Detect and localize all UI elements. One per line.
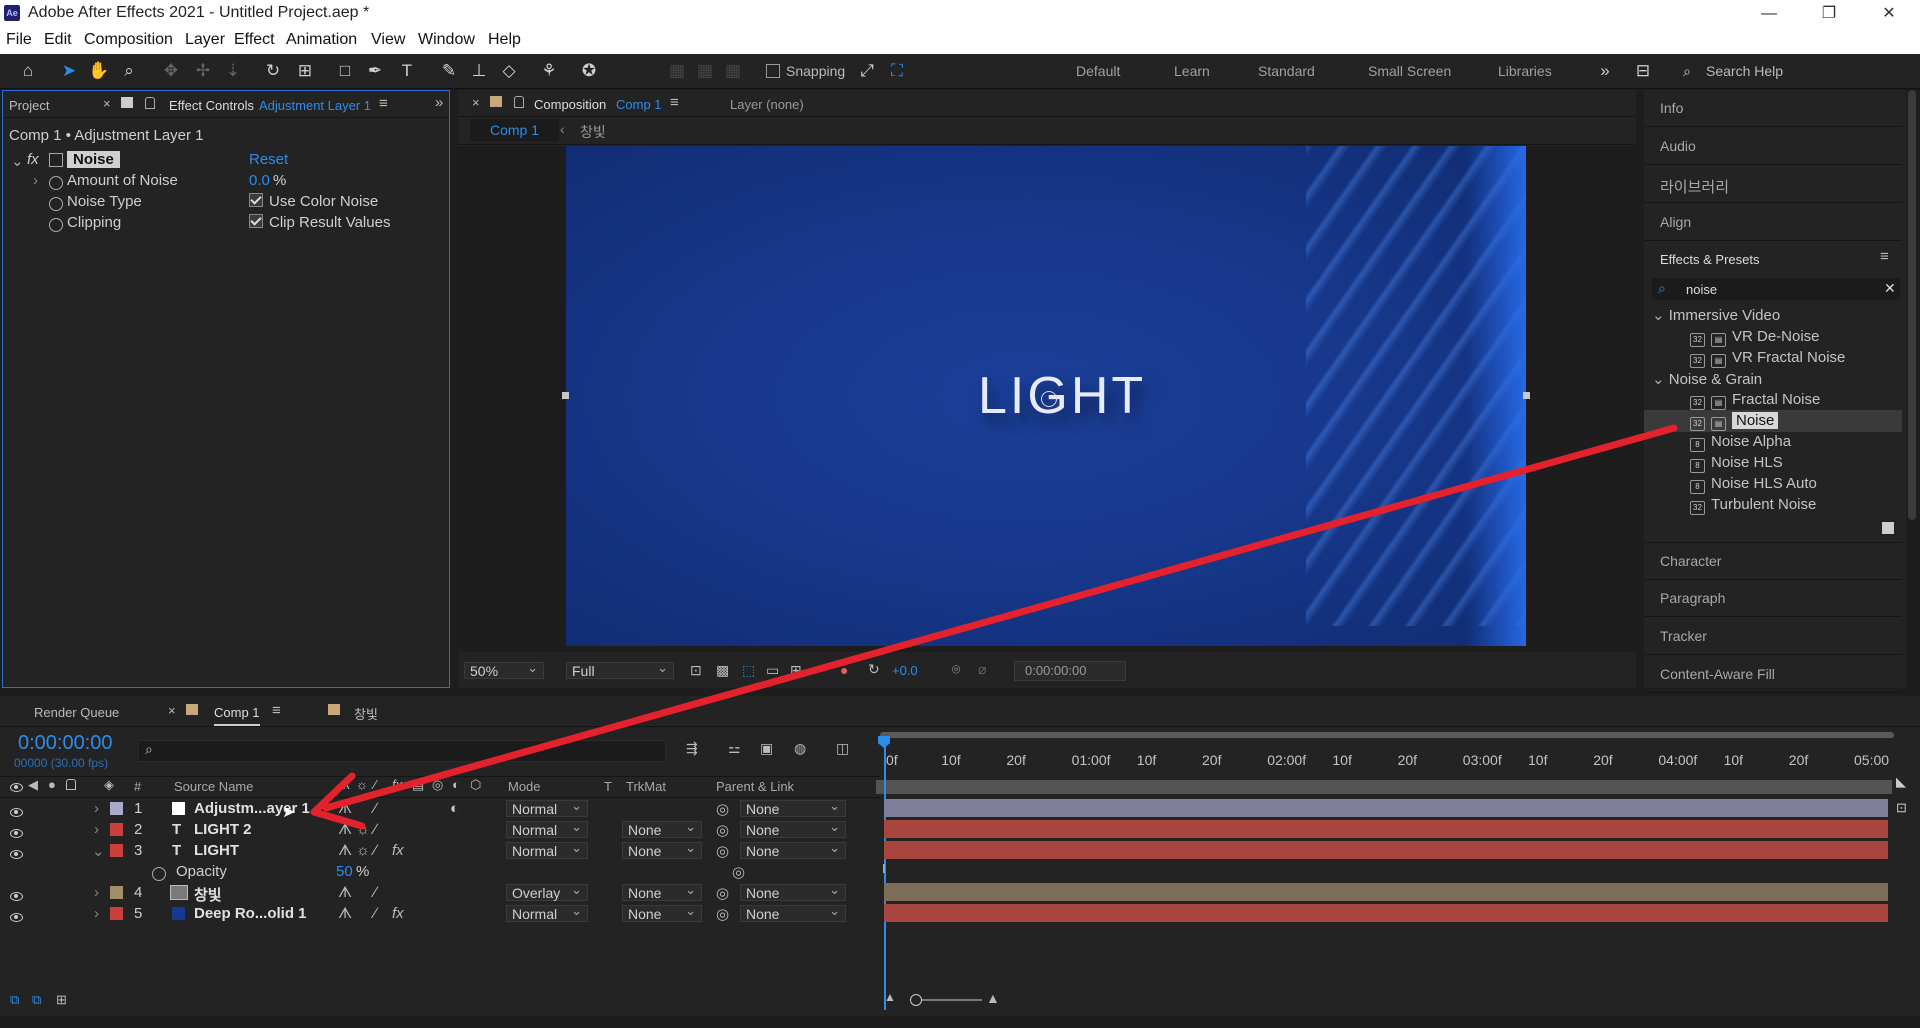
- annotation-arrow: [310, 424, 1678, 830]
- annotation-arrow-shaft: [322, 424, 1678, 812]
